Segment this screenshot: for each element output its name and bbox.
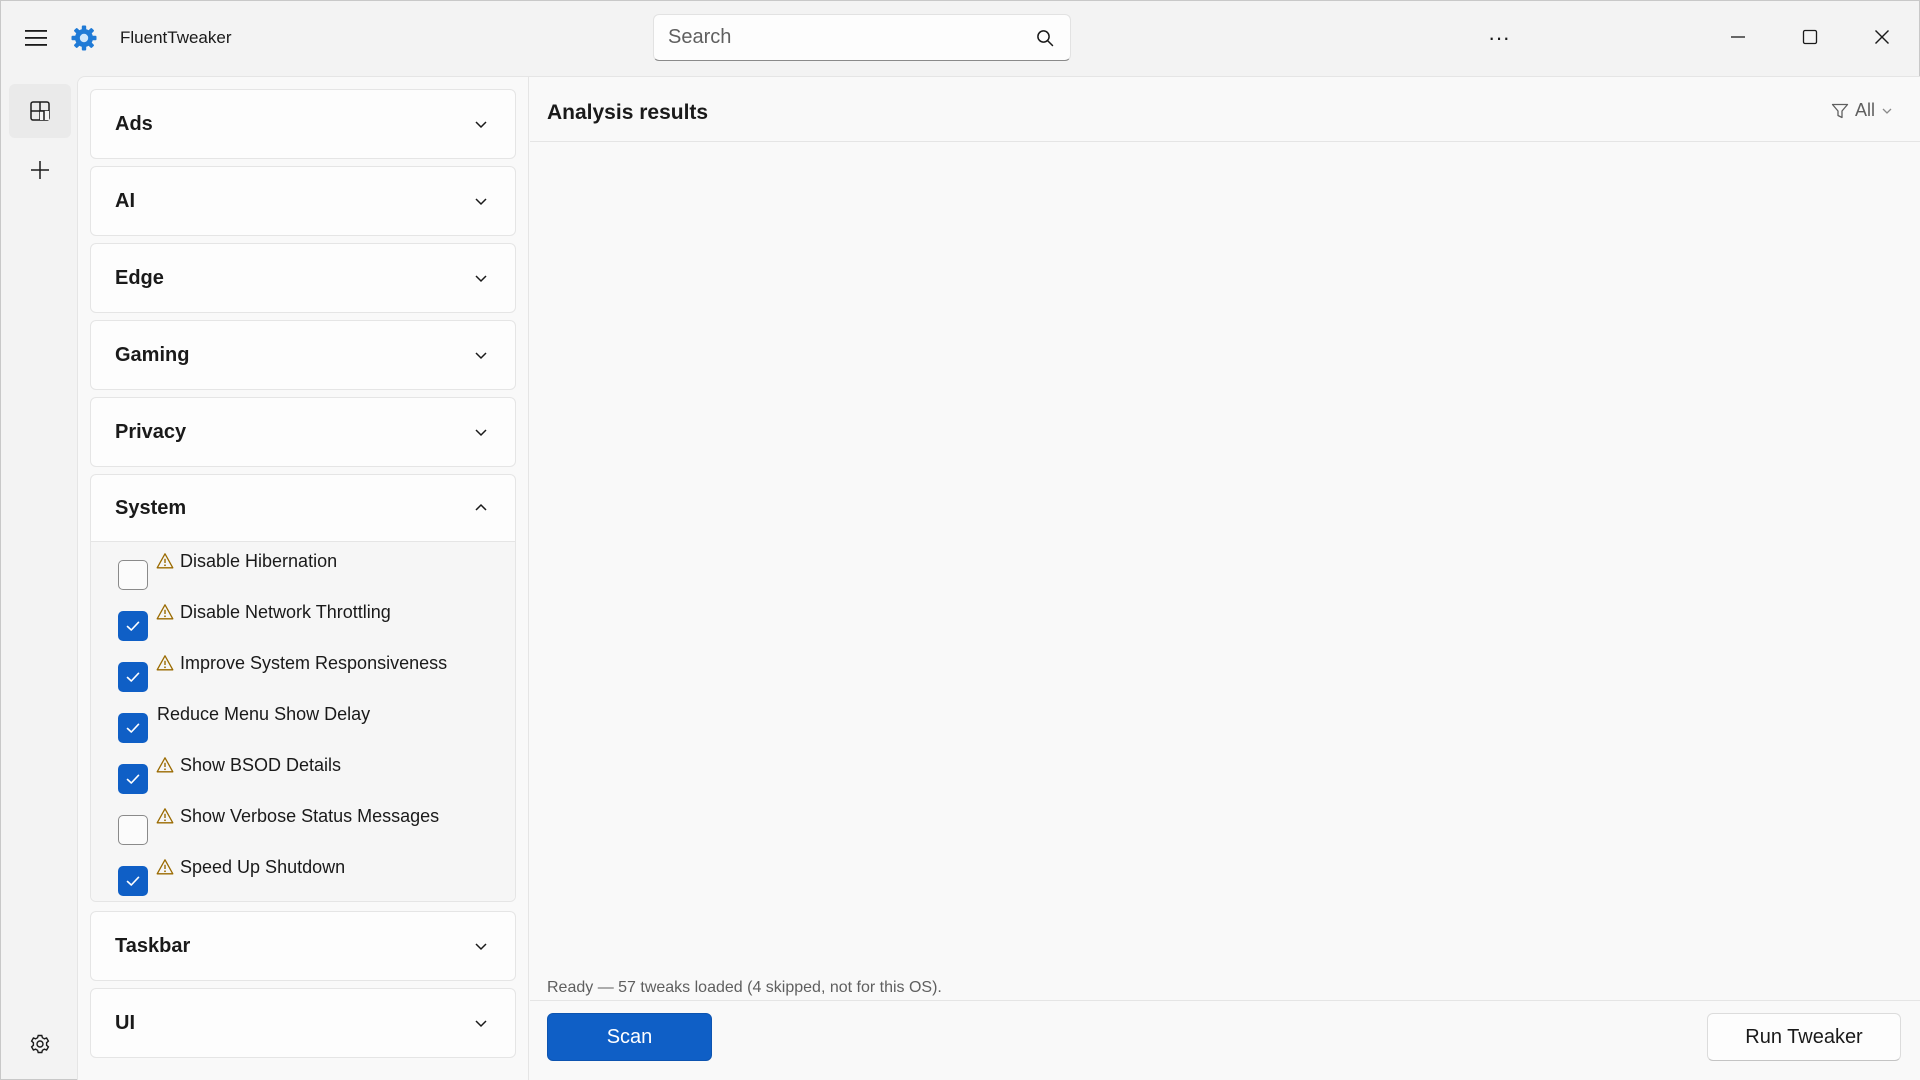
plus-icon — [31, 161, 49, 179]
settings-button[interactable] — [19, 1023, 61, 1065]
more-options-button[interactable]: ··· — [1479, 19, 1519, 57]
chevron-down-icon — [471, 268, 491, 288]
chevron-down-icon — [471, 345, 491, 365]
checkmark-icon — [126, 774, 140, 784]
category-header-ui[interactable]: UI — [91, 989, 515, 1057]
minimize-button[interactable] — [1702, 1, 1774, 73]
tweak-label: Disable Network Throttling — [180, 602, 391, 622]
category-label: Ads — [115, 112, 153, 135]
chevron-down-icon — [471, 1013, 491, 1033]
nav-item-add[interactable] — [9, 143, 71, 197]
tweak-item: Disable Hibernation — [91, 550, 515, 601]
tweak-item: Show BSOD Details — [91, 754, 515, 805]
tweak-checkbox[interactable] — [118, 815, 148, 845]
action-bar-divider — [530, 1000, 1920, 1001]
hamburger-icon — [25, 30, 47, 46]
chevron-up-icon — [471, 498, 491, 518]
hamburger-menu-button[interactable] — [15, 19, 57, 57]
app-title: FluentTweaker — [120, 28, 232, 47]
category-gaming: Gaming — [90, 320, 516, 390]
results-header: Analysis results All — [530, 76, 1920, 142]
nav-item-tweaks[interactable] — [9, 84, 71, 138]
category-header-edge[interactable]: Edge — [91, 244, 515, 312]
tweak-checkbox[interactable] — [118, 560, 148, 590]
title-bar: FluentTweaker ··· — [1, 1, 1920, 75]
category-system: System Disable Hibernation Disable Netwo… — [90, 474, 516, 902]
close-icon — [1875, 30, 1889, 44]
category-header-taskbar[interactable]: Taskbar — [91, 912, 515, 980]
more-icon: ··· — [1488, 25, 1510, 50]
warning-icon — [156, 859, 174, 875]
tweak-checkbox[interactable] — [118, 764, 148, 794]
app-window: FluentTweaker ··· — [0, 0, 1920, 1080]
tweak-item: Disable Network Throttling — [91, 601, 515, 652]
tweak-item: Show Verbose Status Messages — [91, 805, 515, 856]
tweak-label: Show Verbose Status Messages — [180, 806, 440, 826]
search-input[interactable] — [668, 26, 1034, 49]
category-label: System — [115, 496, 187, 519]
minimize-icon — [1731, 36, 1745, 38]
tweak-item: Speed Up Shutdown — [91, 856, 515, 907]
category-header-ads[interactable]: Ads — [91, 90, 515, 158]
categories-panel: Ads AI Edge Gaming Privacy System Disabl… — [77, 76, 529, 1080]
chevron-down-icon — [471, 191, 491, 211]
tweak-checkbox[interactable] — [118, 713, 148, 743]
warning-icon — [156, 604, 174, 620]
checkmark-icon — [126, 876, 140, 886]
checkmark-icon — [126, 621, 140, 631]
tweak-item: Improve System Responsiveness — [91, 652, 515, 703]
warning-icon — [156, 808, 174, 824]
category-taskbar: Taskbar — [90, 911, 516, 981]
filter-icon — [1831, 103, 1849, 118]
tweak-checkbox[interactable] — [118, 866, 148, 896]
filter-value: All — [1854, 100, 1875, 120]
status-text: Ready — 57 tweaks loaded (4 skipped, not… — [547, 979, 942, 996]
tweak-label: Disable Hibernation — [180, 551, 338, 571]
checkmark-icon — [126, 672, 140, 682]
app-gear-icon — [71, 25, 97, 51]
maximize-icon — [1802, 29, 1818, 45]
category-label: Edge — [115, 266, 164, 289]
results-title: Analysis results — [547, 101, 709, 124]
category-label: Privacy — [115, 420, 187, 443]
maximize-button[interactable] — [1774, 1, 1846, 73]
category-header-ai[interactable]: AI — [91, 167, 515, 235]
tweak-checkbox[interactable] — [118, 662, 148, 692]
run-tweaker-button[interactable]: Run Tweaker — [1707, 1013, 1901, 1061]
chevron-down-icon — [471, 114, 491, 134]
search-icon[interactable] — [1034, 27, 1056, 49]
category-label: Taskbar — [115, 934, 191, 957]
category-edge: Edge — [90, 243, 516, 313]
tweak-label: Show BSOD Details — [180, 755, 342, 775]
warning-icon — [156, 655, 174, 671]
tweak-label: Reduce Menu Show Delay — [157, 704, 371, 724]
category-privacy: Privacy — [90, 397, 516, 467]
warning-icon — [156, 757, 174, 773]
search-box[interactable] — [653, 14, 1071, 61]
category-header-system[interactable]: System — [91, 475, 515, 541]
results-filter-dropdown[interactable]: All — [1831, 100, 1893, 121]
tweak-item: Reduce Menu Show Delay — [91, 703, 515, 754]
category-header-privacy[interactable]: Privacy — [91, 398, 515, 466]
tweak-label: Improve System Responsiveness — [180, 653, 448, 673]
system-tweaks-list: Disable Hibernation Disable Network Thro… — [91, 541, 515, 901]
close-button[interactable] — [1846, 1, 1918, 73]
checkmark-icon — [126, 723, 140, 733]
settings-gear-icon — [30, 1034, 50, 1054]
chevron-down-icon — [471, 936, 491, 956]
category-header-gaming[interactable]: Gaming — [91, 321, 515, 389]
category-label: AI — [115, 189, 135, 212]
category-ui: UI — [90, 988, 516, 1058]
scan-button[interactable]: Scan — [547, 1013, 712, 1061]
category-ads: Ads — [90, 89, 516, 159]
category-label: UI — [115, 1011, 135, 1034]
category-label: Gaming — [115, 343, 190, 366]
tweak-label: Speed Up Shutdown — [180, 857, 346, 877]
dashboard-icon — [30, 101, 50, 121]
category-ai: AI — [90, 166, 516, 236]
warning-icon — [156, 553, 174, 569]
tweak-checkbox[interactable] — [118, 611, 148, 641]
chevron-down-icon — [471, 422, 491, 442]
chevron-down-icon — [1882, 108, 1892, 114]
